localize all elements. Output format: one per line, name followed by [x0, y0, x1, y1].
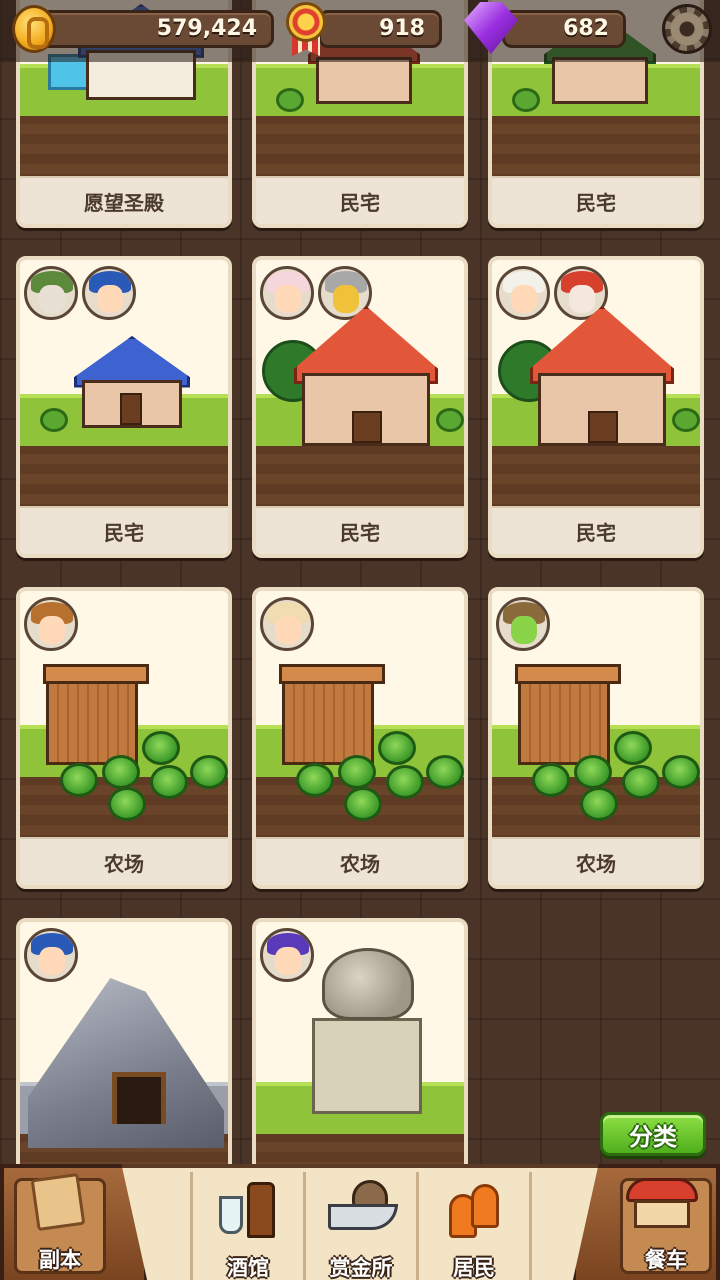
building-label-bar: 农场 [256, 837, 464, 885]
cabbage [344, 787, 382, 821]
gear-icon[interactable] [662, 4, 712, 54]
house-building [294, 306, 438, 446]
cabbage [532, 763, 570, 797]
building-card-house[interactable]: 民宅 [488, 256, 704, 558]
cabbage [338, 755, 376, 789]
building-name: 民宅 [340, 520, 380, 545]
bush [436, 408, 464, 432]
nav-residents-label: 居民 [453, 1256, 495, 1280]
altar-base [312, 1018, 422, 1114]
nav-residents[interactable]: 居民 [419, 1168, 529, 1280]
nav-tavern-label: 酒馆 [227, 1256, 269, 1280]
medal-counter[interactable]: 918 [318, 10, 442, 48]
building-card-house[interactable]: 民宅 [252, 256, 468, 558]
building-name: 愿望圣殿 [84, 190, 164, 215]
building-name: 民宅 [576, 190, 616, 215]
cabbage [102, 755, 140, 789]
resident-avatar[interactable] [260, 597, 314, 651]
building-label-bar: 农场 [492, 837, 700, 885]
resident-avatar[interactable] [496, 597, 550, 651]
nav-food-truck-label: 餐车 [645, 1248, 687, 1272]
gem-counter[interactable]: 682 [502, 10, 626, 48]
medal-icon [280, 0, 332, 58]
building-name: 农场 [576, 851, 616, 876]
sort-button[interactable]: 分类 [600, 1112, 706, 1156]
building-name: 民宅 [576, 520, 616, 545]
bush [40, 408, 68, 432]
cabbage [580, 787, 618, 821]
cabbage [190, 755, 228, 789]
cabbage [574, 755, 612, 789]
resident-avatar[interactable] [24, 597, 78, 651]
bush [512, 88, 540, 112]
building-label-bar: 愿望圣殿 [20, 176, 228, 224]
cabbage [60, 763, 98, 797]
building-label-bar: 民宅 [492, 506, 700, 554]
gold-coin-icon [12, 5, 56, 53]
food-truck-icon [626, 1178, 698, 1230]
cabbage [142, 731, 180, 765]
nav-dungeon[interactable]: 副本 [0, 1164, 148, 1280]
building-card-farm[interactable]: 农场 [488, 587, 704, 889]
building-label-bar: 民宅 [492, 176, 700, 224]
cabbage [386, 765, 424, 799]
building-label-bar: 民宅 [256, 176, 464, 224]
bush [276, 88, 304, 112]
house-building [530, 306, 674, 446]
nav-food-truck[interactable]: 餐车 [572, 1164, 720, 1280]
map-icon [30, 1172, 86, 1232]
nav-dungeon-label: 副本 [39, 1248, 81, 1272]
building-card-farm[interactable]: 农场 [252, 587, 468, 889]
resident-avatar[interactable] [24, 928, 78, 982]
nav-bounty[interactable]: 赏金所 [306, 1168, 416, 1280]
resident-avatar[interactable] [260, 928, 314, 982]
cabbage [150, 765, 188, 799]
mine-entrance [112, 1072, 166, 1124]
cabbage [426, 755, 464, 789]
gem-amount: 682 [563, 16, 609, 41]
cabbage [614, 731, 652, 765]
building-name: 民宅 [340, 190, 380, 215]
bounty-sack-sword-icon [328, 1180, 398, 1240]
altar-stone-head [322, 948, 414, 1020]
house-building [74, 336, 190, 428]
gold-amount: 579,424 [156, 16, 257, 41]
nav-tavern[interactable]: 酒馆 [193, 1168, 303, 1280]
cabbage [296, 763, 334, 797]
nav-divider [529, 1172, 532, 1280]
cabbage [662, 755, 700, 789]
building-name: 农场 [340, 851, 380, 876]
building-name: 民宅 [104, 520, 144, 545]
farm-shed [515, 664, 621, 765]
bush [672, 408, 700, 432]
sort-button-label: 分类 [629, 1122, 677, 1151]
gold-counter[interactable]: 579,424 [40, 10, 274, 48]
farm-shed [279, 664, 385, 765]
farm-shed [43, 664, 149, 765]
cabbage [622, 765, 660, 799]
building-card-farm[interactable]: 农场 [16, 587, 232, 889]
nav-bounty-label: 赏金所 [329, 1256, 393, 1280]
building-card-house[interactable]: 民宅 [16, 256, 232, 558]
resident-avatar[interactable] [82, 266, 136, 320]
medal-amount: 918 [379, 16, 425, 41]
cabbage [108, 787, 146, 821]
cabbage [378, 731, 416, 765]
building-label-bar: 民宅 [256, 506, 464, 554]
residents-icon [449, 1184, 501, 1240]
tavern-drinks-icon [215, 1182, 279, 1244]
resident-avatar[interactable] [24, 266, 78, 320]
building-name: 农场 [104, 851, 144, 876]
building-label-bar: 民宅 [20, 506, 228, 554]
building-label-bar: 农场 [20, 837, 228, 885]
resource-bar: 579,424 918 682 [0, 0, 720, 62]
bottom-nav: 副本 酒馆 赏金所 居民 餐车 [0, 1164, 720, 1280]
